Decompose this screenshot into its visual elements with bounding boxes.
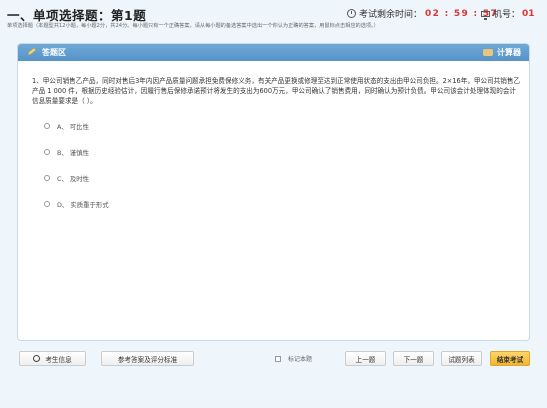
section-subtitle: 单项选择题（本题型共12小题，每小题2分，共24分。每小题只有一个正确答案，请从… (7, 23, 379, 29)
mark-label: 标记本题 (288, 356, 313, 363)
candidate-info-button[interactable]: 考生信息 (19, 351, 86, 366)
radio-button[interactable] (44, 201, 50, 207)
machine-value: 01 (522, 8, 535, 19)
option-label: C、 及时性 (57, 174, 90, 183)
panel-title: 答题区 (42, 48, 66, 57)
option-label: A、 可比性 (57, 122, 89, 131)
option-label: B、 谨慎性 (57, 148, 89, 157)
radio-button[interactable] (44, 123, 50, 129)
reference-answer-button[interactable]: 参考答案及评分标准 (101, 351, 194, 366)
next-question-button[interactable]: 下一题 (393, 351, 434, 366)
timer: 考试剩余时间： 02 : 59 : 57 (347, 7, 498, 20)
machine-label: 机号： (493, 10, 521, 20)
mark-checkbox[interactable] (275, 355, 281, 362)
calculator-icon (483, 49, 493, 56)
option-list: A、 可比性 B、 谨慎性 C、 及时性 D、 实质重于形式 (44, 120, 109, 224)
option-d[interactable]: D、 实质重于形式 (44, 198, 109, 210)
radio-button[interactable] (44, 175, 50, 181)
option-a[interactable]: A、 可比性 (44, 120, 109, 132)
radio-button[interactable] (44, 149, 50, 155)
panel-header: 答题区 计算器 (18, 44, 529, 61)
machine-number: 机号： 01 (481, 7, 535, 20)
option-b[interactable]: B、 谨慎性 (44, 146, 109, 158)
clock-icon (347, 9, 356, 18)
mark-question[interactable]: 标记本题 (275, 354, 312, 363)
option-c[interactable]: C、 及时性 (44, 172, 109, 184)
pencil-icon (27, 48, 37, 56)
option-label: D、 实质重于形式 (57, 200, 109, 209)
prev-question-button[interactable]: 上一题 (345, 351, 386, 366)
exam-header: 一、单项选择题：第1题 单项选择题（本题型共12小题，每小题2分，共24分。每小… (0, 0, 547, 40)
user-icon (33, 355, 41, 362)
calculator-label: 计算器 (497, 48, 521, 57)
calculator-button[interactable]: 计算器 (483, 47, 521, 58)
candidate-info-label: 考生信息 (45, 355, 72, 364)
question-text: 1、甲公司销售乙产品，同时对售后3年内因产品质量问题承担免费保修义务，有关产品更… (32, 77, 521, 105)
monitor-icon (481, 10, 490, 20)
timer-label: 考试剩余时间： (359, 10, 423, 20)
question-list-button[interactable]: 试题列表 (441, 351, 482, 366)
answer-panel: 答题区 计算器 1、甲公司销售乙产品，同时对售后3年内因产品质量问题承担免费保修… (17, 43, 530, 341)
end-exam-button[interactable]: 结束考试 (490, 351, 530, 366)
